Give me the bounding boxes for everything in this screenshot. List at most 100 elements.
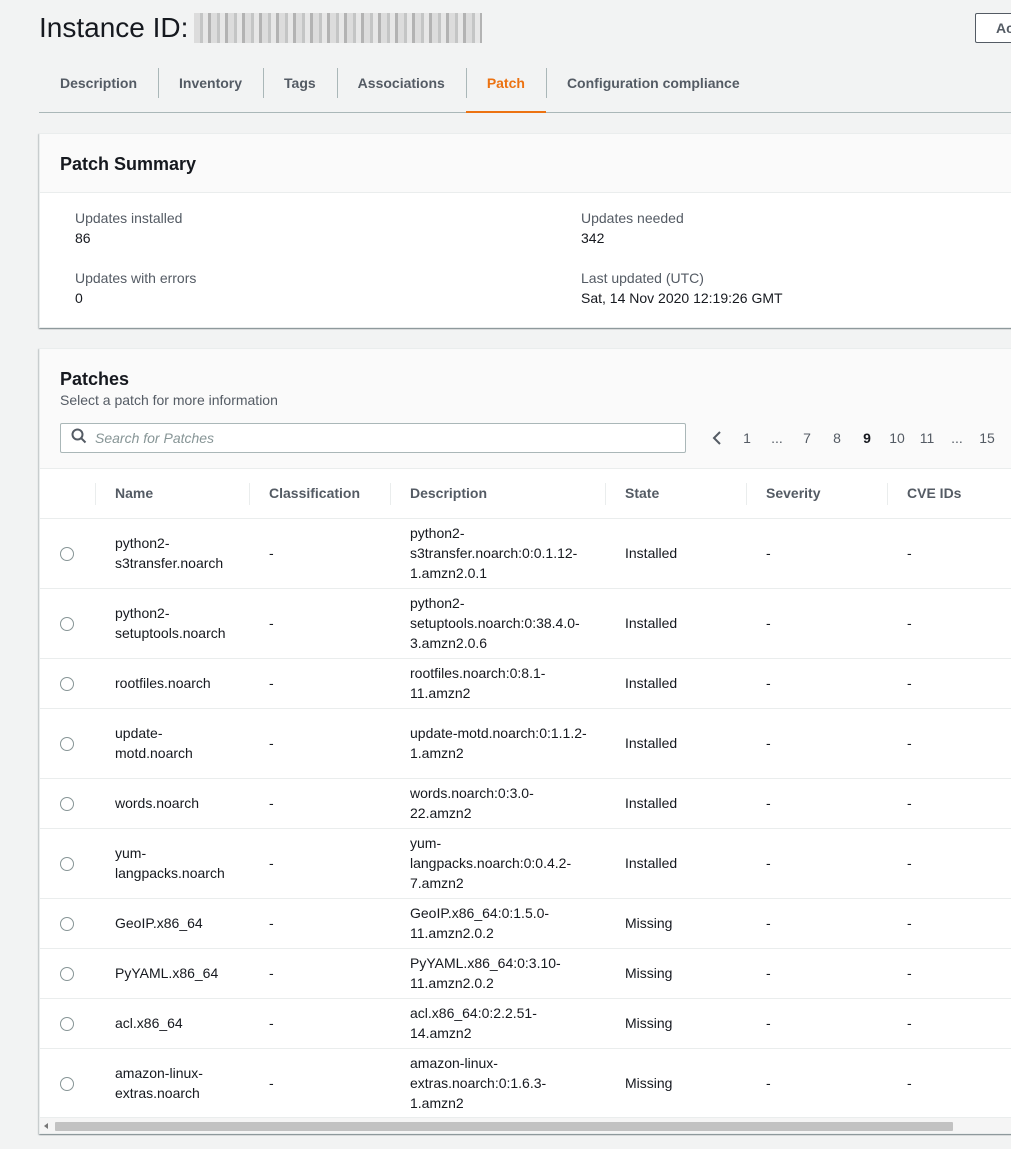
tab-inventory[interactable]: Inventory — [158, 68, 263, 112]
row-select-cell — [40, 828, 95, 899]
cell-classification: - — [249, 518, 390, 589]
cell-description: rootfiles.noarch:0:8.1-11.amzn2 — [390, 658, 605, 709]
updates-with-errors-value: 0 — [75, 290, 83, 306]
cell-cve: - — [887, 1048, 1011, 1119]
chevron-right-icon[interactable] — [1002, 430, 1011, 446]
page-button-10[interactable]: 10 — [882, 430, 912, 446]
tab-configuration-compliance[interactable]: Configuration compliance — [545, 68, 761, 112]
tab-bar: Description Inventory Tags Associations Patc… — [39, 68, 1011, 113]
row-select-cell — [40, 708, 95, 779]
cell-description: python2-setuptools.noarch:0:38.4.0-3.amz… — [390, 588, 605, 659]
row-select-radio[interactable] — [60, 967, 74, 982]
pagination-ellipsis: ... — [951, 430, 963, 446]
row-select-radio[interactable] — [60, 1017, 74, 1032]
last-updated-label: Last updated (UTC) — [581, 270, 704, 286]
page-title: Instance ID: — [39, 10, 483, 46]
column-header-classification[interactable]: Classification — [249, 469, 390, 519]
row-select-radio[interactable] — [60, 857, 74, 872]
row-select-radio[interactable] — [60, 737, 74, 752]
column-header-state[interactable]: State — [605, 469, 746, 519]
cell-state: Missing — [605, 998, 746, 1049]
horizontal-scrollbar[interactable] — [40, 1117, 1011, 1133]
cell-cve: - — [887, 998, 1011, 1049]
cell-classification: - — [249, 1048, 390, 1119]
cell-description: amazon-linux-extras.noarch:0:1.6.3-1.amz… — [390, 1048, 605, 1119]
table-row[interactable]: amazon-linux-extras.noarch - amazon-linux-… — [40, 1048, 1011, 1119]
cell-name: GeoIP.x86_64 — [95, 898, 249, 949]
table-row[interactable]: acl.x86_64- acl.x86_64:0:2.2.51-14.amzn2 M… — [40, 998, 1011, 1049]
cell-name: rootfiles.noarch — [95, 658, 249, 709]
column-header-description[interactable]: Description — [390, 469, 605, 519]
patches-subtitle: Select a patch for more information — [60, 392, 278, 408]
pagination: 1... 7 8 9 10 11... 15 — [702, 423, 1011, 453]
cell-cve: - — [887, 708, 1011, 779]
scrollbar-thumb[interactable] — [55, 1122, 953, 1131]
table-row[interactable]: yum-langpacks.noarch - yum-langpacks.noarc… — [40, 828, 1011, 899]
tab-associations[interactable]: Associations — [336, 68, 466, 112]
page-button-7[interactable]: 7 — [792, 430, 822, 446]
table-row[interactable]: PyYAML.x86_64- PyYAML.x86_64:0:3.10-11.am… — [40, 948, 1011, 999]
page-button-11[interactable]: 11 — [912, 430, 942, 446]
cell-classification: - — [249, 828, 390, 899]
actions-button[interactable]: Ac — [975, 13, 1011, 43]
column-header-severity[interactable]: Severity — [746, 469, 887, 519]
patch-summary-title: Patch Summary — [60, 154, 197, 174]
cell-cve: - — [887, 518, 1011, 589]
page-button-9[interactable]: 9 — [852, 430, 882, 446]
row-select-cell — [40, 998, 95, 1049]
row-select-radio[interactable] — [60, 677, 74, 692]
search-icon — [71, 428, 87, 449]
cell-state: Missing — [605, 898, 746, 949]
row-select-radio[interactable] — [60, 547, 74, 562]
scroll-left-icon[interactable] — [44, 1123, 48, 1129]
table-row[interactable]: words.noarch - words.noarch:0:3.0-22.amzn2… — [40, 778, 1011, 829]
cell-state: Missing — [605, 1048, 746, 1119]
cell-cve: - — [887, 828, 1011, 899]
row-select-cell — [40, 588, 95, 659]
cell-name: python2-s3transfer.noarch — [95, 518, 249, 589]
select-column-header — [40, 469, 95, 519]
cell-classification: - — [249, 998, 390, 1049]
row-select-radio[interactable] — [60, 617, 74, 632]
cell-severity: - — [746, 828, 887, 899]
table-row[interactable]: update-motd.noarch - update-motd.noarch:0:… — [40, 708, 1011, 779]
tab-tags[interactable]: Tags — [263, 68, 337, 112]
tab-description[interactable]: Description — [39, 68, 158, 112]
updates-installed-value: 86 — [75, 230, 91, 246]
row-select-radio[interactable] — [60, 797, 74, 812]
column-header-name[interactable]: Name — [95, 469, 249, 519]
table-row[interactable]: python2-s3transfer.noarch - python2-s3tran… — [40, 518, 1011, 589]
last-updated-value: Sat, 14 Nov 2020 12:19:26 GMT — [581, 290, 783, 306]
row-select-radio[interactable] — [60, 1077, 74, 1092]
column-header-cve-ids[interactable]: CVE IDs — [887, 469, 1011, 519]
patches-table-body: python2-s3transfer.noarch - python2-s3tran… — [40, 518, 1011, 1119]
cell-name: update-motd.noarch — [95, 708, 249, 779]
row-select-radio[interactable] — [60, 917, 74, 932]
row-select-cell — [40, 898, 95, 949]
search-input[interactable] — [93, 429, 685, 447]
table-row[interactable]: python2-setuptools.noarch - python2-setupt… — [40, 588, 1011, 659]
row-select-cell — [40, 658, 95, 709]
table-row[interactable]: rootfiles.noarch - rootfiles.noarch:0:8.1-… — [40, 658, 1011, 709]
page-button-15[interactable]: 15 — [972, 430, 1002, 446]
cell-classification: - — [249, 778, 390, 829]
patch-search — [60, 423, 686, 453]
chevron-left-icon[interactable] — [702, 430, 732, 446]
cell-state: Missing — [605, 948, 746, 999]
table-header-row: Name Classification Description State Severi… — [40, 469, 1011, 519]
row-select-cell — [40, 948, 95, 999]
tab-patch[interactable]: Patch — [465, 68, 547, 113]
cell-classification: - — [249, 658, 390, 709]
updates-needed-value: 342 — [581, 230, 605, 246]
cell-name: words.noarch — [95, 778, 249, 829]
cell-severity: - — [746, 588, 887, 659]
updates-installed-label: Updates installed — [75, 210, 183, 226]
cell-severity: - — [746, 778, 887, 829]
cell-description: acl.x86_64:0:2.2.51-14.amzn2 — [390, 998, 605, 1049]
cell-description: update-motd.noarch:0:1.1.2-1.amzn2 — [390, 708, 605, 779]
updates-with-errors-label: Updates with errors — [75, 270, 197, 286]
table-row[interactable]: GeoIP.x86_64- GeoIP.x86_64:0:1.5.0-11.amz… — [40, 898, 1011, 949]
page-button-1[interactable]: 1 — [732, 430, 762, 446]
page-button-8[interactable]: 8 — [822, 430, 852, 446]
cell-name: yum-langpacks.noarch — [95, 828, 249, 899]
